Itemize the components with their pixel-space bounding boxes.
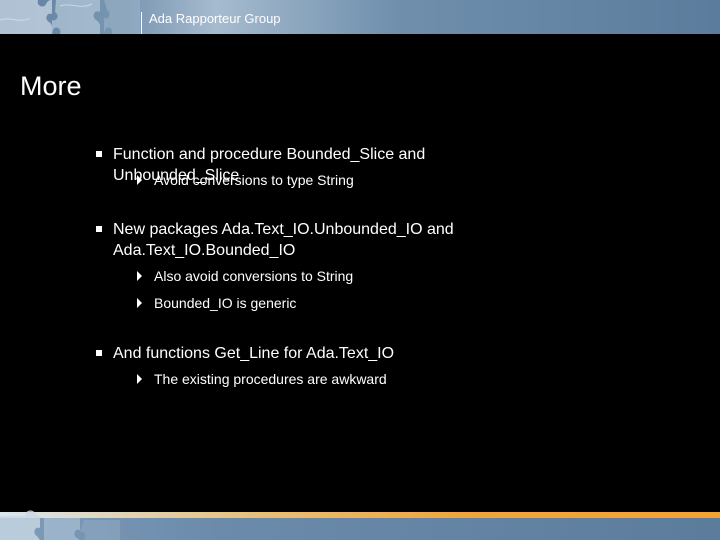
sub-bullet-text: The existing procedures are awkward — [154, 371, 387, 387]
bullet-list: Function and procedure Bounded_Slice and… — [0, 0, 720, 540]
sub-bullet-item: The existing procedures are awkward — [137, 370, 574, 388]
sub-bullet-item: Bounded_IO is generic — [137, 294, 574, 312]
square-bullet-icon — [96, 151, 102, 157]
sub-bullet-text: Avoid conversions to type String — [154, 172, 354, 188]
bullet-text-line-2: Ada.Text_IO.Bounded_IO — [113, 242, 296, 259]
triangle-arrow-icon — [137, 374, 142, 384]
triangle-arrow-icon — [137, 271, 142, 281]
bullet-item: New packages Ada.Text_IO.Unbounded_IO an… — [96, 219, 533, 261]
bullet-text-line-1: New packages Ada.Text_IO.Unbounded_IO an… — [113, 221, 454, 238]
sub-bullet-item: Avoid conversions to type String — [137, 171, 574, 189]
sub-bullet-item: Also avoid conversions to String — [137, 267, 574, 285]
sub-bullet-text: Also avoid conversions to String — [154, 268, 354, 284]
triangle-arrow-icon — [137, 298, 142, 308]
square-bullet-icon — [96, 350, 102, 356]
sub-bullet-text: Bounded_IO is generic — [154, 295, 297, 311]
puzzle-pieces-icon — [0, 510, 120, 540]
bullet-text: And functions Get_Line for Ada.Text_IO — [113, 345, 395, 362]
triangle-arrow-icon — [137, 175, 142, 185]
bullet-item: And functions Get_Line for Ada.Text_IO — [96, 343, 533, 364]
slide: Ada Rapporteur Group More Function and p… — [0, 0, 720, 540]
footer-band — [0, 508, 720, 540]
square-bullet-icon — [96, 226, 102, 232]
